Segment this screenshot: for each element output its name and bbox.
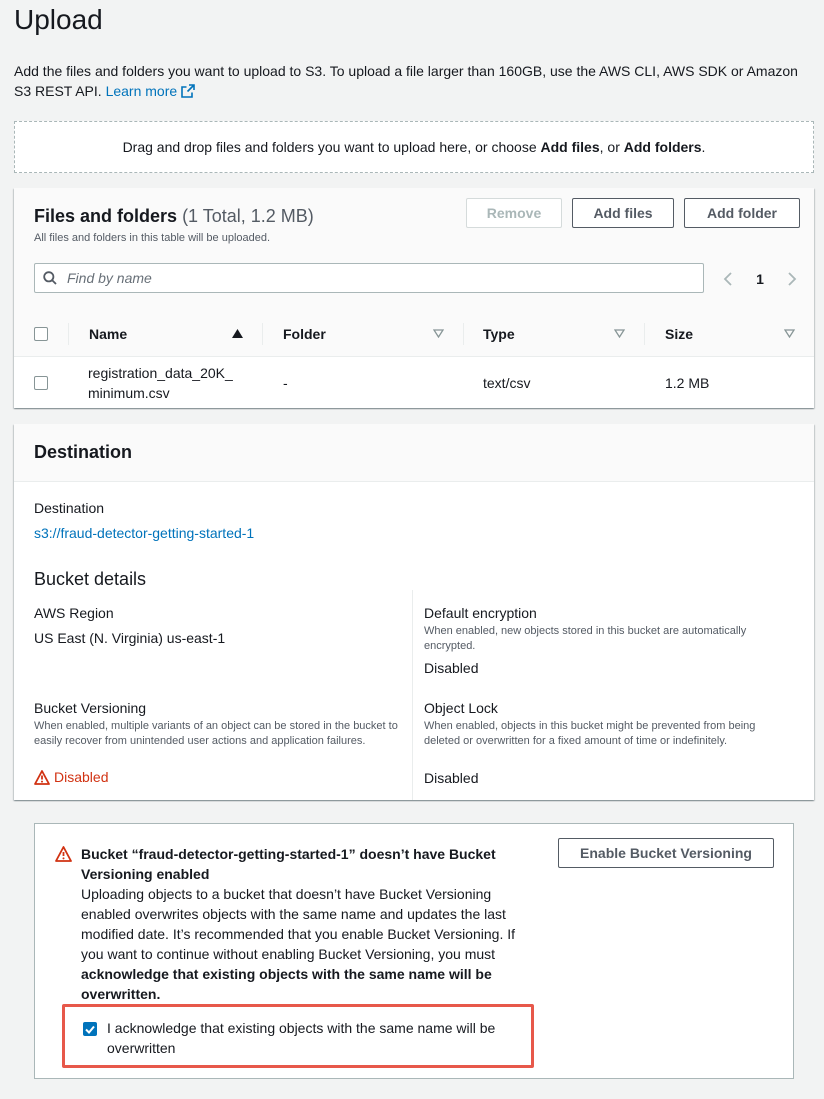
files-title-text: Files and folders [34,206,178,226]
region-value: US East (N. Virginia) us-east-1 [34,630,226,646]
dropzone-middle: , or [599,139,624,155]
files-panel-subtitle: All files and folders in this table will… [34,232,271,244]
files-count: (1 Total, 1.2 MB) [182,206,314,226]
acknowledge-checkbox[interactable] [83,1022,97,1036]
sort-icon[interactable] [614,329,625,338]
alert-message: Uploading objects to a bucket that doesn… [81,884,531,1004]
checkmark-icon [85,1025,95,1034]
row-name-line1: registration_data_20K_ [88,364,233,381]
table-header: Name Folder Type Size [14,311,814,357]
column-divider [68,323,69,345]
dropzone-prefix: Drag and drop files and folders you want… [122,139,541,155]
column-header-folder[interactable]: Folder [283,311,326,357]
region-label: AWS Region [34,605,114,621]
select-all-cell [34,311,48,357]
row-checkbox[interactable] [34,375,48,390]
files-panel-title: Files and folders (1 Total, 1.2 MB) [34,206,314,227]
learn-more-label: Learn more [105,83,178,99]
row-select-cell [34,357,48,408]
row-name: registration_data_20K_ minimum.csv [88,357,233,408]
page-title: Upload [14,4,103,35]
versioning-value: Disabled [54,769,109,785]
column-header-type[interactable]: Type [483,311,515,357]
chevron-right-icon[interactable] [786,272,798,286]
table-row[interactable]: registration_data_20K_ minimum.csv - text… [14,357,814,408]
versioning-description: When enabled, multiple variants of an ob… [34,720,398,747]
destination-title: Destination [34,442,133,462]
column-header-name[interactable]: Name [89,311,127,357]
row-name-line2: minimum.csv [88,384,170,401]
row-size: 1.2 MB [665,374,710,391]
encryption-label: Default encryption [424,605,537,621]
destination-header: Destination [14,424,814,482]
select-all-checkbox[interactable] [34,327,48,341]
object-lock-label: Object Lock [424,700,498,716]
dropzone-add-folders: Add folders [623,139,702,155]
column-divider [262,323,263,345]
warning-icon [34,769,50,785]
acknowledge-label[interactable]: I acknowledge that existing objects with… [107,1018,527,1058]
row-folder: - [283,374,288,391]
dropzone-suffix: . [701,139,706,155]
column-divider [644,323,645,345]
sort-icon[interactable] [433,329,444,338]
warning-icon [55,846,72,862]
column-header-size[interactable]: Size [665,311,693,357]
destination-panel: Destination Destination s3://fraud-detec… [14,424,814,800]
remove-button[interactable]: Remove [466,198,562,228]
acknowledge-highlight: I acknowledge that existing objects with… [62,1004,534,1068]
destination-link[interactable]: s3://fraud-detector-getting-started-1 [34,525,254,541]
encryption-description: When enabled, new objects stored in this… [424,625,747,652]
row-type: text/csv [483,374,531,391]
alert-title: Bucket “fraud-detector-getting-started-1… [81,846,496,882]
files-and-folders-panel: Files and folders (1 Total, 1.2 MB) All … [14,188,814,408]
page-number[interactable]: 1 [756,271,764,287]
alert-body: Bucket “fraud-detector-getting-started-1… [81,844,531,1004]
files-table: Name Folder Type Size registration_data_… [14,311,814,408]
add-folder-button[interactable]: Add folder [684,198,800,228]
alert-message-text: Uploading objects to a bucket that doesn… [81,886,515,962]
search-icon [43,271,57,285]
sort-ascending-icon[interactable] [232,329,243,338]
add-files-button[interactable]: Add files [572,198,674,228]
files-panel-header: Files and folders (1 Total, 1.2 MB) All … [34,206,314,244]
bucket-details-title: Bucket details [34,569,147,589]
column-divider [463,323,464,345]
search-field[interactable] [34,263,704,293]
pagination: 1 [722,268,798,290]
versioning-warning-alert: Bucket “fraud-detector-getting-started-1… [34,823,794,1079]
sort-icon[interactable] [784,329,795,338]
versioning-label: Bucket Versioning [34,700,147,716]
upload-dropzone[interactable]: Drag and drop files and folders you want… [14,121,814,173]
enable-bucket-versioning-button[interactable]: Enable Bucket Versioning [558,838,774,868]
object-lock-value: Disabled [424,770,479,786]
alert-message-bold: acknowledge that existing objects with t… [81,966,492,1002]
object-lock-description: When enabled, objects in this bucket mig… [424,720,756,747]
intro-text: Add the files and folders you want to up… [14,61,814,101]
chevron-left-icon[interactable] [722,272,734,286]
search-input[interactable] [65,269,665,287]
dropzone-add-files: Add files [540,139,600,155]
versioning-status: Disabled [34,769,108,785]
column-divider [412,590,413,800]
destination-label: Destination [34,500,105,516]
encryption-value: Disabled [424,660,479,676]
external-link-icon [181,84,195,98]
learn-more-link[interactable]: Learn more [106,83,196,99]
